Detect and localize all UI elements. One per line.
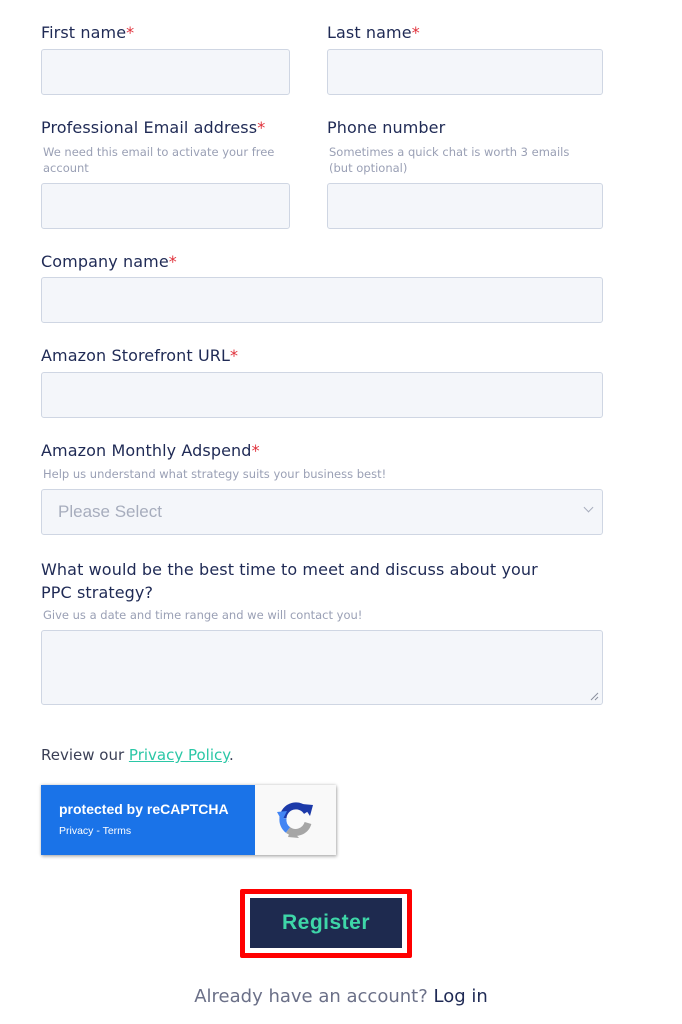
recaptcha-text-panel: protected by reCAPTCHA Privacy - Terms [41, 785, 255, 855]
recaptcha-links[interactable]: Privacy - Terms [59, 825, 131, 837]
resize-handle-icon[interactable] [590, 692, 599, 701]
first-name-input[interactable] [41, 49, 290, 95]
email-help: We need this email to activate your free… [43, 145, 275, 175]
meeting-textarea[interactable] [41, 630, 603, 705]
privacy-policy-link[interactable]: Privacy Policy [129, 746, 229, 764]
recaptcha-title: protected by reCAPTCHA [59, 801, 229, 817]
last-name-input[interactable] [327, 49, 603, 95]
adspend-help: Help us understand what strategy suits y… [43, 467, 387, 481]
email-input[interactable] [41, 183, 290, 229]
adspend-selected-value: Please Select [58, 502, 162, 521]
phone-help: Sometimes a quick chat is worth 3 emails… [329, 145, 570, 175]
adspend-select[interactable]: Please Select [41, 489, 603, 535]
phone-label: Phone number [327, 118, 446, 137]
last-name-label: Last name* [327, 23, 420, 42]
recaptcha-badge[interactable]: protected by reCAPTCHA Privacy - Terms [41, 785, 336, 855]
meeting-help: Give us a date and time range and we wil… [43, 608, 363, 622]
recaptcha-logo-icon [255, 785, 336, 855]
storefront-input[interactable] [41, 372, 603, 418]
first-name-label: First name* [41, 23, 135, 42]
email-label: Professional Email address* [41, 118, 266, 137]
privacy-note: Review our Privacy Policy. [41, 746, 234, 764]
phone-input[interactable] [327, 183, 603, 229]
chevron-down-icon [583, 502, 594, 513]
storefront-label: Amazon Storefront URL* [41, 346, 239, 365]
adspend-label: Amazon Monthly Adspend* [41, 441, 260, 460]
company-input[interactable] [41, 277, 603, 323]
login-link[interactable]: Log in [433, 986, 487, 1007]
meeting-label: What would be the best time to meet and … [41, 560, 538, 602]
register-button[interactable]: Register [250, 898, 402, 948]
login-prompt: Already have an account? Log in [194, 986, 488, 1007]
company-label: Company name* [41, 252, 177, 271]
